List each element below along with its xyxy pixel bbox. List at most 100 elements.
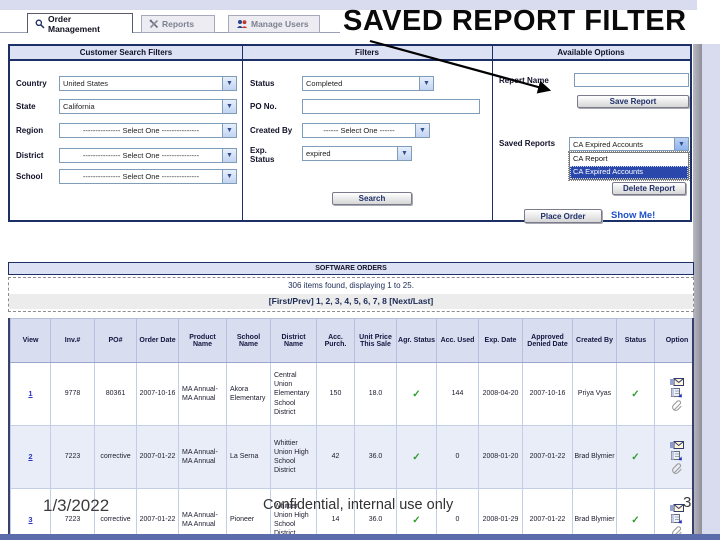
results-summary: 306 items found, displaying 1 to 25. (288, 281, 414, 290)
tab-label: Order Management (48, 13, 100, 34)
col-header: District Name (270, 318, 317, 363)
col-header: Created By (572, 318, 617, 363)
tab-label: Manage Users (251, 19, 309, 29)
view-link[interactable]: 3 (28, 515, 32, 524)
cell-acc-purch: 150 (316, 362, 355, 426)
status-label: Status (250, 79, 275, 88)
saved-reports-value: CA Expired Accounts (573, 139, 644, 149)
send-email-icon[interactable] (670, 503, 684, 513)
filters-title: Filters (354, 48, 379, 57)
state-value: California (63, 102, 95, 111)
page-title: SAVED REPORT FILTER (343, 5, 687, 37)
status-check-icon: ✓ (616, 425, 655, 489)
agr-status-check-icon: ✓ (396, 362, 437, 426)
table-header-row: View Inv.# PO# Order Date Product Name S… (10, 318, 692, 363)
chevron-down-icon[interactable]: ▼ (222, 77, 236, 90)
chevron-down-icon[interactable]: ▼ (674, 138, 688, 150)
search-icon (35, 19, 45, 29)
report-name-label: Report Name (499, 76, 549, 85)
chevron-down-icon[interactable]: ▼ (222, 100, 236, 113)
status-check-icon: ✓ (616, 488, 655, 540)
district-label: District (16, 151, 44, 160)
dropdown-option-selected[interactable]: CA Expired Accounts (570, 166, 688, 179)
exp-status-value: expired (306, 149, 331, 158)
cell-school: La Serna (226, 425, 271, 489)
region-value: --------------- Select One -------------… (82, 126, 200, 135)
view-link[interactable]: 2 (28, 452, 32, 461)
tab-manage-users[interactable]: Manage Users (228, 15, 320, 33)
col-header: Exp. Date (478, 318, 523, 363)
tab-reports[interactable]: Reports (141, 15, 215, 33)
col-header: Inv.# (50, 318, 95, 363)
chevron-down-icon[interactable]: ▼ (222, 149, 236, 162)
cell-school: Akora Elementary (226, 362, 271, 426)
tab-order-management[interactable]: Order Management (27, 13, 133, 34)
col-header: Unit Price This Sale (354, 318, 397, 363)
status-value: Completed (306, 79, 343, 88)
chevron-down-icon[interactable]: ▼ (222, 170, 236, 183)
cell-inv: 7223 (50, 425, 95, 489)
col-header: Acc. Used (436, 318, 479, 363)
chevron-down-icon[interactable]: ▼ (415, 124, 429, 137)
cell-product: MA Annual- MA Annual (178, 488, 227, 540)
po-label: PO No. (250, 102, 277, 111)
pagination[interactable]: [First/Prev] 1, 2, 3, 4, 5, 6, 7, 8 [Nex… (9, 294, 693, 309)
filter-panel: Customer Search Filters Filters Availabl… (8, 44, 692, 223)
po-input[interactable] (302, 99, 480, 114)
saved-reports-select[interactable]: CA Expired Accounts ▼ (569, 137, 689, 151)
send-email-icon[interactable] (670, 377, 684, 387)
show-me-link[interactable]: Show Me! (611, 210, 655, 221)
delete-report-button[interactable]: Delete Report (612, 182, 686, 195)
country-select[interactable]: United States ▼ (59, 76, 237, 91)
order-form-icon[interactable] (671, 514, 683, 524)
region-select[interactable]: --------------- Select One -------------… (59, 123, 237, 138)
created-by-select[interactable]: ------ Select One ------ ▼ (302, 123, 430, 138)
orders-section-title: SOFTWARE ORDERS (8, 262, 694, 275)
order-form-icon[interactable] (671, 388, 683, 398)
cell-district: Whittier Union High School District (270, 425, 317, 489)
col-header: Approved Denied Date (522, 318, 573, 363)
col-header: Option (654, 318, 692, 363)
scrollbar[interactable] (693, 44, 702, 534)
send-email-icon[interactable] (670, 440, 684, 450)
save-report-button[interactable]: Save Report (577, 95, 689, 108)
col-header: School Name (226, 318, 271, 363)
view-link[interactable]: 1 (28, 389, 32, 398)
school-select[interactable]: --------------- Select One -------------… (59, 169, 237, 184)
slide: Order Management Reports Manage Users SA… (0, 0, 720, 540)
cell-unit-price: 18.0 (354, 362, 397, 426)
available-options-title: Available Options (557, 48, 625, 57)
chevron-down-icon[interactable]: ▼ (397, 147, 411, 160)
status-select[interactable]: Completed ▼ (302, 76, 434, 91)
district-select[interactable]: --------------- Select One -------------… (59, 148, 237, 163)
dropdown-option[interactable]: CA Report (570, 153, 688, 166)
cell-exp-date: 2008-01-20 (478, 425, 523, 489)
right-margin-strip (702, 44, 720, 534)
bottom-band (0, 534, 720, 540)
state-select[interactable]: California ▼ (59, 99, 237, 114)
exp-status-label: Exp. Status (250, 146, 275, 164)
cell-exp-date: 2008-01-29 (478, 488, 523, 540)
attachment-icon[interactable] (671, 462, 683, 474)
slide-page-number: 3 (683, 494, 692, 511)
cell-exp-date: 2008-04-20 (478, 362, 523, 426)
created-by-label: Created By (250, 126, 293, 135)
cell-order-date: 2007-10-16 (136, 362, 179, 426)
exp-status-select[interactable]: expired ▼ (302, 146, 412, 161)
saved-reports-label: Saved Reports (499, 139, 556, 148)
order-form-icon[interactable] (671, 451, 683, 461)
chevron-down-icon[interactable]: ▼ (222, 124, 236, 137)
agr-status-check-icon: ✓ (396, 425, 437, 489)
cell-acc-used: 0 (436, 425, 479, 489)
table-row: 1 9778 80361 2007-10-16 MA Annual- MA An… (10, 362, 692, 426)
attachment-icon[interactable] (671, 399, 683, 411)
col-header: Status (616, 318, 655, 363)
district-value: --------------- Select One -------------… (82, 151, 200, 160)
created-by-value: ------ Select One ------ (323, 126, 395, 135)
cell-district: Central Union Elementary School District (270, 362, 317, 426)
report-name-input[interactable] (574, 73, 689, 87)
search-button[interactable]: Search (332, 192, 412, 205)
chevron-down-icon[interactable]: ▼ (419, 77, 433, 90)
saved-reports-dropdown: CA Report CA Expired Accounts (568, 151, 690, 181)
place-order-button[interactable]: Place Order (524, 209, 602, 223)
